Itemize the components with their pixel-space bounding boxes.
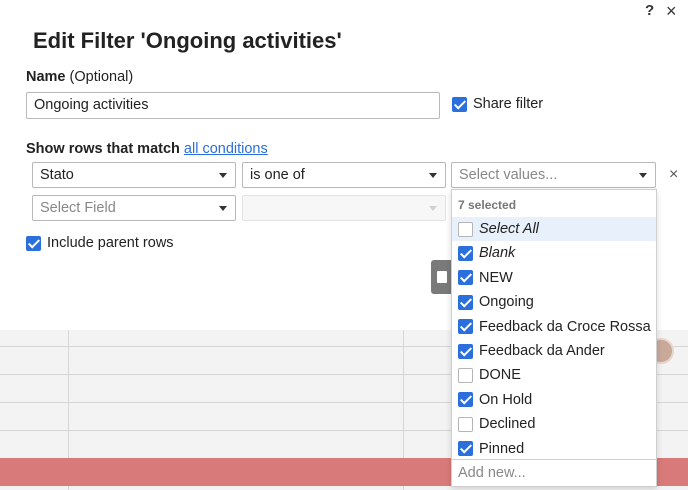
condition-values-placeholder: Select values...: [459, 167, 558, 183]
condition-field-value: Stato: [40, 167, 74, 183]
dropdown-option[interactable]: Feedback da Ander: [452, 339, 656, 363]
dropdown-option[interactable]: Blank: [452, 241, 656, 265]
dropdown-option[interactable]: DONE: [452, 363, 656, 387]
condition-operator-value: is one of: [250, 167, 305, 183]
checkbox-checked-icon[interactable]: [26, 235, 41, 251]
chevron-down-icon: [429, 206, 437, 211]
condition-operator-select[interactable]: is one of: [242, 162, 446, 188]
new-condition-field-placeholder: Select Field: [40, 200, 116, 216]
checkbox-checked-icon[interactable]: [458, 245, 473, 261]
condition-values-select[interactable]: Select values...: [451, 162, 656, 188]
name-label: Name (Optional): [26, 69, 133, 85]
checkbox-checked-icon[interactable]: [452, 96, 467, 112]
dialog-title: Edit Filter 'Ongoing activities': [33, 28, 342, 53]
chevron-down-icon: [219, 206, 227, 211]
dropdown-option[interactable]: Ongoing: [452, 290, 656, 314]
dropdown-option-label: On Hold: [479, 391, 533, 408]
selected-count: 7 selected: [458, 198, 517, 212]
checkbox-checked-icon[interactable]: [458, 343, 473, 359]
dropdown-option-label: Blank: [479, 245, 516, 262]
share-filter-label: Share filter: [473, 96, 544, 112]
add-new-value-input[interactable]: Add new...: [452, 459, 656, 487]
dropdown-option[interactable]: Feedback da Croce Rossa: [452, 315, 656, 339]
close-icon[interactable]: ×: [666, 1, 677, 22]
filter-name-input[interactable]: Ongoing activities: [26, 92, 440, 119]
dropdown-option-label: Pinned: [479, 440, 525, 457]
checkbox-checked-icon[interactable]: [458, 294, 473, 310]
chevron-down-icon: [429, 173, 437, 178]
help-icon[interactable]: ?: [645, 2, 654, 19]
checkbox-checked-icon[interactable]: [458, 319, 473, 335]
dropdown-option[interactable]: NEW: [452, 266, 656, 290]
match-conditions-label: Show rows that match all conditions: [26, 141, 268, 157]
remove-condition-icon[interactable]: ×: [669, 166, 678, 184]
dropdown-option-label: Feedback da Ander: [479, 343, 605, 359]
name-label-text: Name: [26, 69, 66, 85]
checkbox-checked-icon[interactable]: [458, 441, 473, 457]
dropdown-option-label: Declined: [479, 416, 536, 433]
name-optional-text: (Optional): [69, 69, 134, 85]
all-conditions-link[interactable]: all conditions: [184, 141, 268, 157]
chevron-down-icon: [639, 173, 647, 178]
new-condition-field-select[interactable]: Select Field: [32, 195, 236, 221]
dropdown-option-label: Ongoing: [479, 294, 534, 311]
dropdown-option[interactable]: On Hold: [452, 388, 656, 412]
values-dropdown: 7 selected Add new... Select All Blank NEW…: [451, 189, 657, 487]
dropdown-option[interactable]: Pinned: [452, 437, 656, 461]
condition-field-select[interactable]: Stato: [32, 162, 236, 188]
share-filter-checkbox[interactable]: Share filter: [452, 96, 543, 112]
include-parent-rows-checkbox[interactable]: Include parent rows: [26, 235, 174, 251]
new-condition-operator-select: [242, 195, 446, 221]
checkbox-unchecked-icon[interactable]: [458, 221, 473, 237]
dropdown-option-label: Select All: [479, 221, 539, 237]
trash-icon: [437, 271, 447, 283]
checkbox-checked-icon[interactable]: [458, 392, 473, 408]
delete-filter-button[interactable]: [431, 260, 453, 294]
dropdown-option[interactable]: Declined: [452, 412, 656, 436]
chevron-down-icon: [219, 173, 227, 178]
dropdown-option-label: Feedback da Croce Rossa: [479, 318, 651, 335]
match-prefix: Show rows that match: [26, 141, 180, 157]
dropdown-option-label: DONE: [479, 367, 521, 384]
checkbox-unchecked-icon[interactable]: [458, 367, 473, 383]
dropdown-option[interactable]: Select All: [452, 217, 656, 241]
checkbox-checked-icon[interactable]: [458, 270, 473, 286]
dropdown-option-label: NEW: [479, 269, 513, 286]
include-parent-rows-label: Include parent rows: [47, 235, 174, 251]
checkbox-unchecked-icon[interactable]: [458, 416, 473, 432]
